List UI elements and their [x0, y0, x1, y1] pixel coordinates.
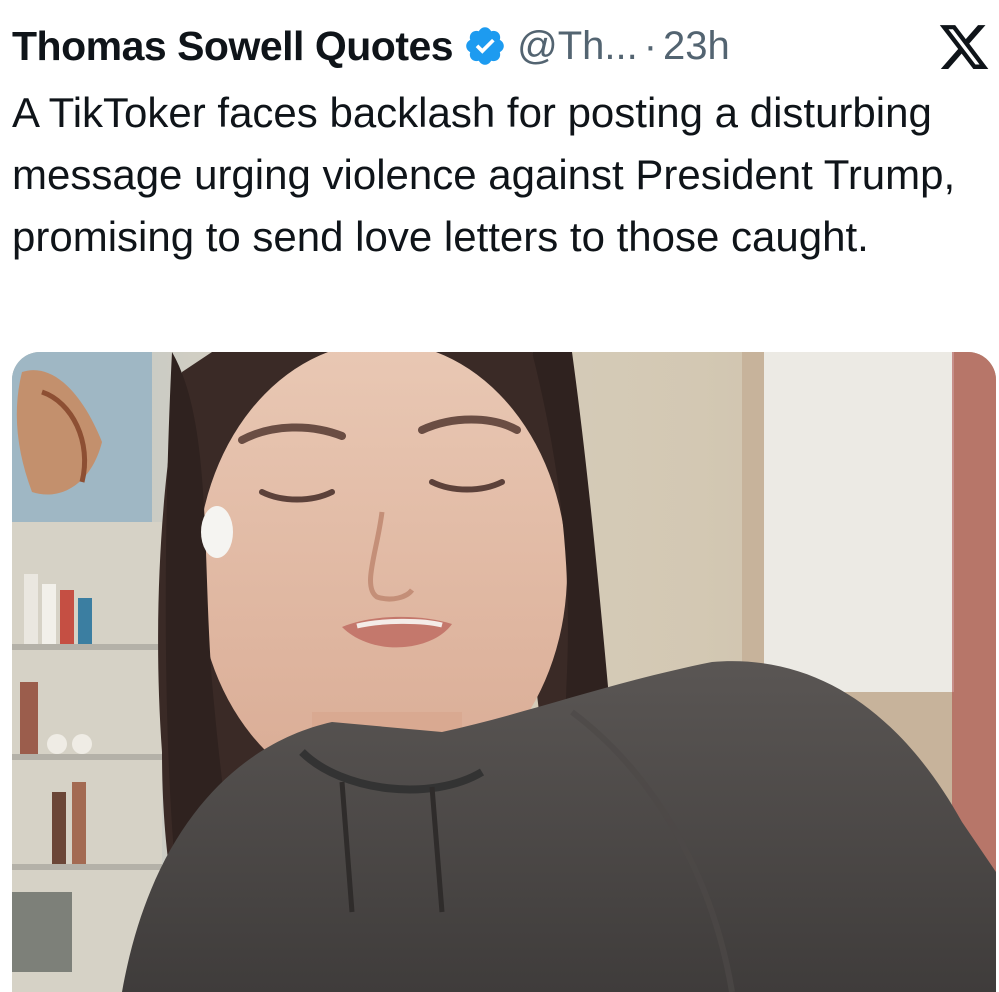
tweet-timestamp[interactable]: 23h — [663, 24, 730, 69]
x-logo-icon[interactable] — [937, 20, 991, 74]
author-name[interactable]: Thomas Sowell Quotes — [12, 23, 454, 70]
tweet-media-image[interactable] — [12, 352, 996, 992]
tweet-text: A TikToker faces backlash for posting a … — [12, 89, 956, 260]
separator-dot: · — [643, 23, 658, 68]
video-still-illustration — [12, 352, 996, 992]
tweet-header: Thomas Sowell Quotes @Th... · 23h — [12, 16, 912, 76]
verified-badge-icon — [463, 24, 507, 68]
author-handle[interactable]: @Th... — [517, 24, 638, 69]
